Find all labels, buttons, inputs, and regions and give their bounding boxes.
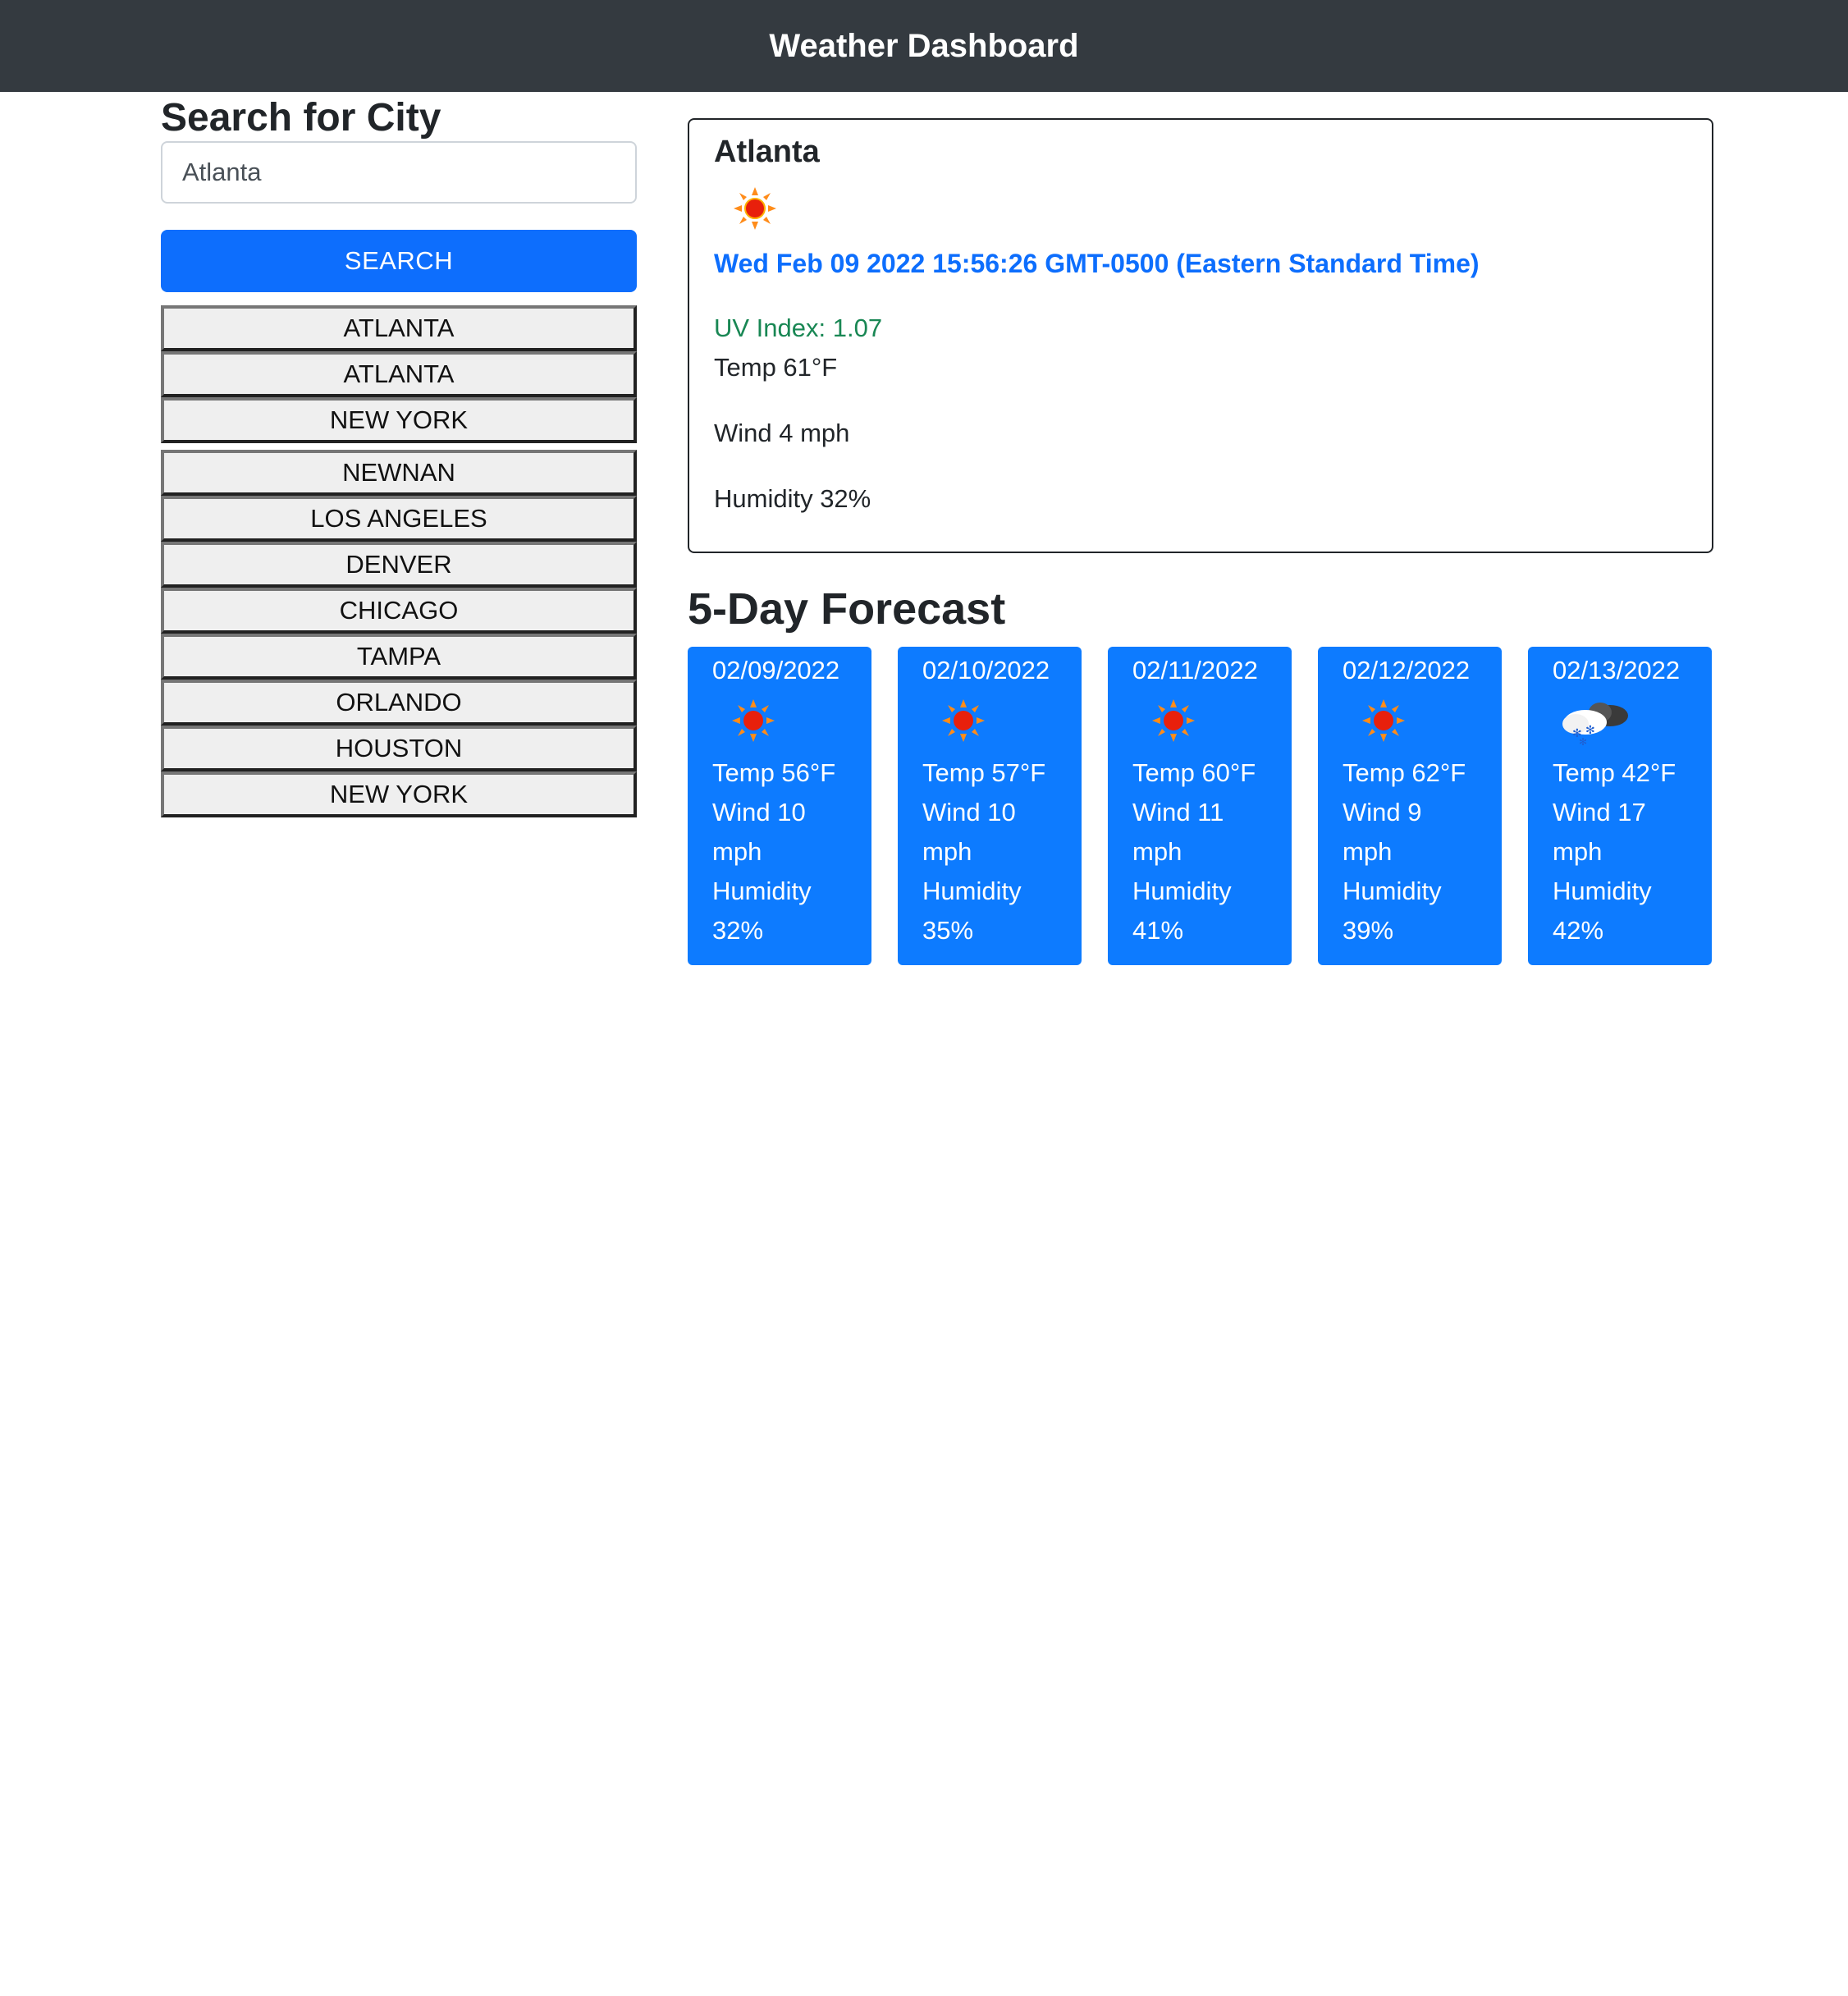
history-button[interactable]: NEWNAN — [161, 450, 637, 496]
history-button[interactable]: ORLANDO — [161, 680, 637, 726]
forecast-temp: Temp 57°F — [922, 758, 1046, 787]
history-button[interactable]: NEW YORK — [161, 397, 637, 443]
forecast-wind: Wind 11 — [1132, 798, 1224, 826]
forecast-temp: Temp 42°F — [1553, 758, 1676, 787]
current-city-name: Atlanta — [714, 135, 820, 169]
app-title: Weather Dashboard — [769, 27, 1079, 64]
forecast-temp: Temp 56°F — [712, 758, 836, 787]
history-button[interactable]: ATLANTA — [161, 351, 637, 397]
forecast-wind-unit: mph — [1553, 837, 1603, 866]
history-button[interactable]: DENVER — [161, 542, 637, 588]
history-button[interactable]: ATLANTA — [161, 305, 637, 351]
forecast-date: 02/10/2022 — [922, 656, 1050, 684]
forecast-wind: Wind 17 — [1553, 798, 1646, 826]
search-button[interactable]: SEARCH — [161, 230, 637, 292]
forecast-wind: Wind 10 — [922, 798, 1016, 826]
current-date: Wed Feb 09 2022 15:56:26 GMT-0500 (Easte… — [714, 249, 1480, 278]
forecast-date: 02/09/2022 — [712, 656, 840, 684]
forecast-icon-container — [922, 693, 1082, 748]
history-button[interactable]: LOS ANGELES — [161, 496, 637, 542]
forecast-wind: Wind 9 — [1343, 798, 1422, 826]
current-weather-card: Atlanta Wed Feb 09 2022 15:56:26 GMT-050… — [688, 118, 1713, 553]
search-history-list: ATLANTA ATLANTA NEW YORK NEWNAN LOS ANGE… — [161, 305, 637, 817]
forecast-humidity-label: Humidity — [712, 877, 812, 905]
history-button[interactable]: NEW YORK — [161, 771, 637, 817]
sun-icon — [734, 187, 776, 230]
forecast-icon-container — [1132, 693, 1292, 748]
forecast-card: 02/12/2022 Temp 62°F Wind 9 mph Humidity… — [1318, 647, 1502, 965]
sun-icon — [1362, 699, 1405, 742]
forecast-wind-unit: mph — [922, 837, 972, 866]
sun-icon — [1152, 699, 1195, 742]
forecast-temp: Temp 62°F — [1343, 758, 1466, 787]
current-wind: Wind 4 mph — [714, 419, 850, 447]
svg-text:✻: ✻ — [1579, 736, 1587, 747]
history-button[interactable]: HOUSTON — [161, 726, 637, 771]
forecast-temp: Temp 60°F — [1132, 758, 1256, 787]
forecast-icon-container: ✻ ✻ ✻ — [1553, 693, 1712, 748]
forecast-humidity: 35% — [922, 916, 974, 945]
search-panel: Search for City SEARCH ATLANTA ATLANTA N… — [161, 95, 637, 817]
sun-icon — [942, 699, 985, 742]
forecast-wind-unit: mph — [1343, 837, 1393, 866]
current-temp: Temp 61°F — [714, 353, 838, 382]
history-button[interactable]: TAMPA — [161, 634, 637, 680]
navbar: Weather Dashboard — [0, 0, 1848, 92]
forecast-wind-unit: mph — [712, 837, 762, 866]
forecast-cards: 02/09/2022 Temp 56°F Wind 10 mph Humidit… — [688, 647, 1713, 965]
forecast-wind: Wind 10 — [712, 798, 806, 826]
forecast-icon-container — [1343, 693, 1502, 748]
uv-index: UV Index: 1.07 — [714, 314, 883, 342]
forecast-humidity: 41% — [1132, 916, 1184, 945]
forecast-humidity: 42% — [1553, 916, 1604, 945]
forecast-humidity: 32% — [712, 916, 764, 945]
forecast-humidity: 39% — [1343, 916, 1394, 945]
forecast-icon-container — [712, 693, 871, 748]
current-humidity: Humidity 32% — [714, 484, 871, 513]
forecast-card: 02/11/2022 Temp 60°F Wind 11 mph Humidit… — [1108, 647, 1292, 965]
forecast-date: 02/13/2022 — [1553, 656, 1681, 684]
search-heading: Search for City — [161, 96, 441, 140]
forecast-humidity-label: Humidity — [1132, 877, 1232, 905]
forecast-humidity-label: Humidity — [922, 877, 1022, 905]
forecast-heading: 5-Day Forecast — [688, 584, 1006, 634]
forecast-wind-unit: mph — [1132, 837, 1182, 866]
forecast-card: 02/13/2022 ✻ ✻ ✻ Temp 42°F Wind 17 mph H… — [1528, 647, 1712, 965]
forecast-card: 02/10/2022 Temp 57°F Wind 10 mph Humidit… — [898, 647, 1082, 965]
forecast-card: 02/09/2022 Temp 56°F Wind 10 mph Humidit… — [688, 647, 871, 965]
sun-icon — [732, 699, 775, 742]
forecast-date: 02/11/2022 — [1132, 656, 1258, 684]
svg-text:✻: ✻ — [1585, 724, 1595, 737]
forecast-humidity-label: Humidity — [1343, 877, 1442, 905]
snow-cloud-icon: ✻ ✻ ✻ — [1562, 703, 1628, 747]
current-icon-container — [714, 184, 1687, 233]
forecast-humidity-label: Humidity — [1553, 877, 1652, 905]
forecast-date: 02/12/2022 — [1343, 656, 1471, 684]
city-search-input[interactable] — [161, 141, 637, 204]
history-button[interactable]: CHICAGO — [161, 588, 637, 634]
